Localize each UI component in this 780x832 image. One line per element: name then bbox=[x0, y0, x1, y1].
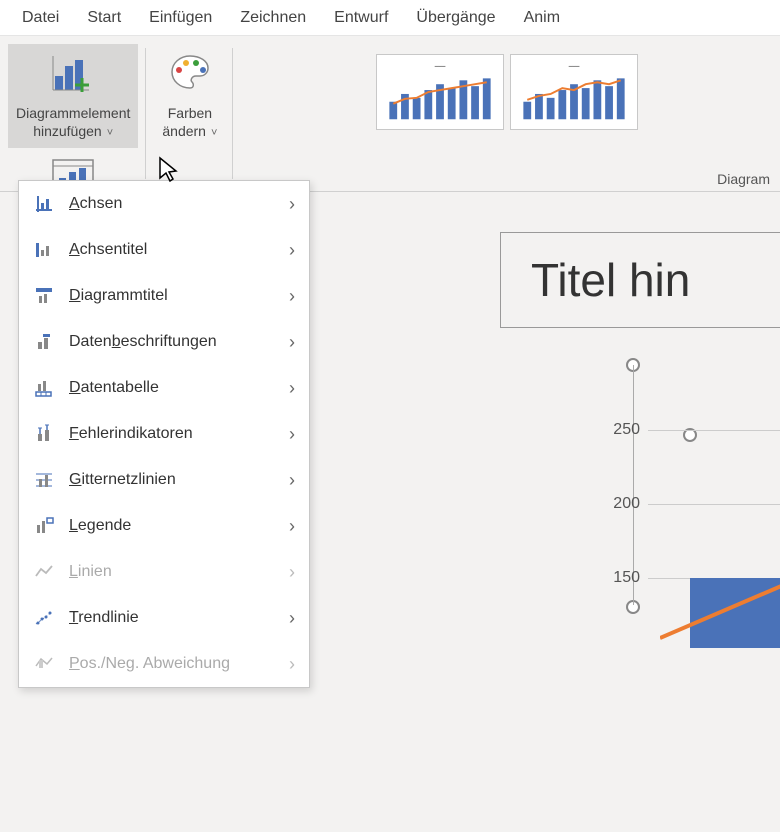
menu-item-chart-title[interactable]: Diagrammtitel › bbox=[19, 273, 309, 319]
tab-start[interactable]: Start bbox=[87, 9, 121, 27]
menu-label: Linien bbox=[69, 563, 289, 581]
ribbon-group-colors: Farben ändern ˅ bbox=[146, 36, 233, 191]
menu-label: Achsentitel bbox=[69, 241, 289, 259]
chart-title-icon bbox=[33, 285, 55, 307]
menu-label: Achsen bbox=[69, 195, 289, 213]
menu-label: Gitternetzlinien bbox=[69, 471, 289, 489]
chart-gridline bbox=[648, 430, 780, 431]
y-tick-label: 200 bbox=[600, 495, 640, 513]
chevron-right-icon: › bbox=[289, 286, 295, 307]
chevron-right-icon: › bbox=[289, 516, 295, 537]
chevron-right-icon: › bbox=[289, 470, 295, 491]
y-tick-label: 150 bbox=[600, 569, 640, 587]
slide-canvas: Titel hin 250 200 150 bbox=[500, 232, 780, 832]
menu-item-trendline[interactable]: Trendlinie › bbox=[19, 595, 309, 641]
title-placeholder[interactable]: Titel hin bbox=[500, 232, 780, 328]
legend-icon bbox=[33, 515, 55, 537]
svg-text:━━━: ━━━ bbox=[433, 65, 445, 71]
menu-item-data-table[interactable]: Datentabelle › bbox=[19, 365, 309, 411]
tab-insert[interactable]: Einfügen bbox=[149, 9, 212, 27]
chart-style-2[interactable]: ━━━ bbox=[510, 54, 638, 130]
chevron-right-icon: › bbox=[289, 654, 295, 675]
menu-label: Fehlerindikatoren bbox=[69, 425, 289, 443]
tab-animations[interactable]: Anim bbox=[524, 9, 560, 27]
menu-item-lines: Linien › bbox=[19, 549, 309, 595]
svg-text:━━━: ━━━ bbox=[567, 65, 579, 71]
add-chart-element-button[interactable]: Diagrammelement hinzufügen ˅ bbox=[8, 44, 138, 148]
tab-bar: Datei Start Einfügen Zeichnen Entwurf Üb… bbox=[0, 0, 780, 36]
chevron-down-icon: ˅ bbox=[104, 127, 113, 139]
menu-label: Trendlinie bbox=[69, 609, 289, 627]
palette-icon bbox=[166, 50, 214, 98]
data-table-icon bbox=[33, 377, 55, 399]
menu-item-data-labels[interactable]: Datenbeschriftungen › bbox=[19, 319, 309, 365]
menu-item-axes[interactable]: Achsen › bbox=[19, 181, 309, 227]
add-chart-element-icon bbox=[49, 50, 97, 98]
gridlines-icon bbox=[33, 469, 55, 491]
chevron-right-icon: › bbox=[289, 608, 295, 629]
chevron-right-icon: › bbox=[289, 562, 295, 583]
trendline-icon bbox=[33, 607, 55, 629]
ribbon-group-styles: ━━━ ━━━ bbox=[233, 36, 780, 191]
menu-label: Datentabelle bbox=[69, 379, 289, 397]
ribbon: Diagrammelement hinzufügen ˅ Schnelllayo… bbox=[0, 36, 780, 192]
ribbon-group-elements: Diagrammelement hinzufügen ˅ Schnelllayo… bbox=[0, 36, 146, 191]
chart-style-gallery: ━━━ ━━━ bbox=[370, 44, 644, 140]
tab-design[interactable]: Entwurf bbox=[334, 9, 388, 27]
menu-label: Diagrammtitel bbox=[69, 287, 289, 305]
menu-item-axis-titles[interactable]: Achsentitel › bbox=[19, 227, 309, 273]
change-colors-label: Farben ändern bbox=[162, 105, 212, 139]
tab-transitions[interactable]: Übergänge bbox=[416, 9, 495, 27]
lines-icon bbox=[33, 561, 55, 583]
chart-style-1[interactable]: ━━━ bbox=[376, 54, 504, 130]
add-chart-element-label: Diagrammelement hinzufügen bbox=[16, 105, 130, 139]
axis-titles-icon bbox=[33, 239, 55, 261]
menu-item-updown-bars: Pos./Neg. Abweichung › bbox=[19, 641, 309, 687]
axes-icon bbox=[33, 193, 55, 215]
tab-draw[interactable]: Zeichnen bbox=[240, 9, 306, 27]
ribbon-group-label: Diagram bbox=[717, 171, 770, 187]
updown-bars-icon bbox=[33, 653, 55, 675]
chevron-right-icon: › bbox=[289, 378, 295, 399]
y-tick-label: 250 bbox=[600, 421, 640, 439]
chevron-right-icon: › bbox=[289, 194, 295, 215]
menu-item-gridlines[interactable]: Gitternetzlinien › bbox=[19, 457, 309, 503]
tab-file[interactable]: Datei bbox=[22, 9, 59, 27]
add-element-dropdown-menu: Achsen › Achsentitel › Diagrammtitel › D… bbox=[18, 180, 310, 688]
chart-line-segment bbox=[660, 568, 780, 658]
chart-gridline bbox=[648, 504, 780, 505]
chevron-right-icon: › bbox=[289, 424, 295, 445]
error-bars-icon bbox=[33, 423, 55, 445]
menu-label: Pos./Neg. Abweichung bbox=[69, 655, 289, 673]
title-text: Titel hin bbox=[501, 233, 780, 327]
menu-item-error-bars[interactable]: Fehlerindikatoren › bbox=[19, 411, 309, 457]
chevron-right-icon: › bbox=[289, 240, 295, 261]
menu-item-legend[interactable]: Legende › bbox=[19, 503, 309, 549]
change-colors-button[interactable]: Farben ändern ˅ bbox=[154, 44, 225, 148]
data-labels-icon bbox=[33, 331, 55, 353]
chevron-right-icon: › bbox=[289, 332, 295, 353]
chevron-down-icon: ˅ bbox=[208, 127, 217, 139]
menu-label: Datenbeschriftungen bbox=[69, 333, 289, 351]
chart-object[interactable]: 250 200 150 bbox=[500, 368, 780, 668]
menu-label: Legende bbox=[69, 517, 289, 535]
